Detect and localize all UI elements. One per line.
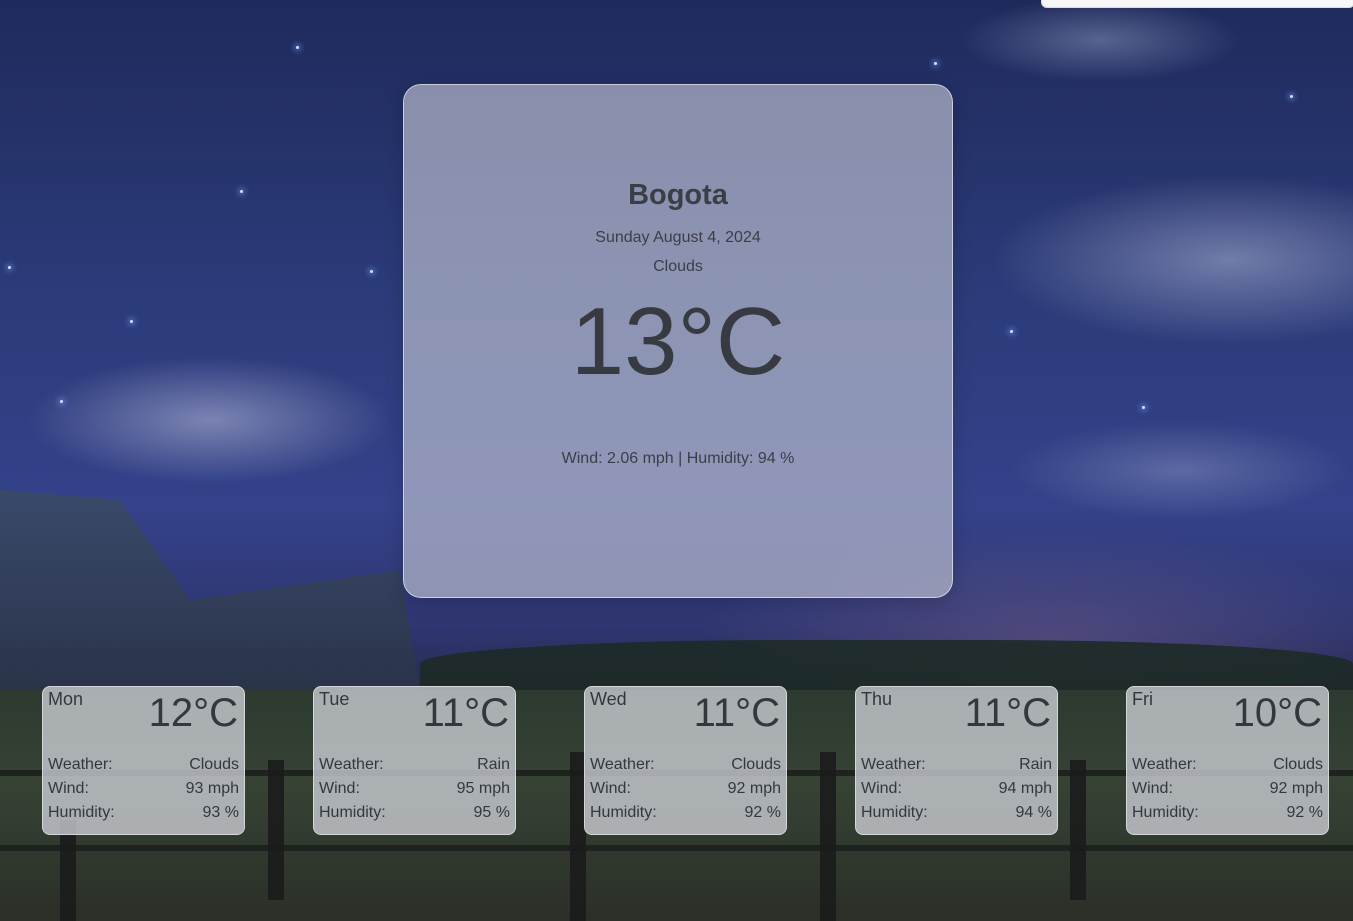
weather-label: Weather: <box>48 756 113 773</box>
star <box>370 270 373 273</box>
wind-label: Wind: <box>861 780 902 797</box>
forecast-temperature: 12°C <box>148 691 238 735</box>
forecast-day: Mon <box>48 689 84 709</box>
fence-post <box>1070 760 1086 900</box>
forecast-wind-row: Wind: 92 mph <box>590 780 781 798</box>
barn-silhouette <box>0 490 420 690</box>
search-input[interactable] <box>1041 0 1353 8</box>
forecast-weather-row: Weather: Rain <box>861 756 1052 774</box>
forecast-wind-row: Wind: 93 mph <box>48 780 239 798</box>
weather-value: Clouds <box>1273 756 1323 773</box>
star <box>934 62 937 65</box>
current-date: Sunday August 4, 2024 <box>595 229 761 246</box>
weather-value: Clouds <box>731 756 781 773</box>
forecast-temperature: 11°C <box>693 691 780 735</box>
humidity-label: Humidity: <box>1132 804 1199 821</box>
forecast-weather-row: Weather: Clouds <box>48 756 239 774</box>
weather-description: Clouds <box>653 258 703 275</box>
current-temperature: 13°C <box>570 288 786 395</box>
wind-value: 95 mph <box>456 780 510 797</box>
star <box>8 266 11 269</box>
star <box>60 400 63 403</box>
weather-value: Rain <box>477 756 510 773</box>
forecast-weather-row: Weather: Clouds <box>590 756 781 774</box>
star <box>1010 330 1013 333</box>
wind-value: 92 mph <box>1269 780 1323 797</box>
forecast-weather-row: Weather: Rain <box>319 756 510 774</box>
forecast-humidity-row: Humidity: 93 % <box>48 804 239 822</box>
humidity-value: 95 % <box>473 804 510 821</box>
forecast-humidity-row: Humidity: 92 % <box>590 804 781 822</box>
forecast-card-thu: Thu 11°C Weather: Rain Wind: 94 mph Humidi… <box>855 686 1058 835</box>
weather-value: Rain <box>1019 756 1052 773</box>
humidity-label: Humidity: <box>48 804 115 821</box>
wind-humidity-details: Wind: 2.06 mph | Humidity: 94 % <box>561 450 795 467</box>
forecast-day: Fri <box>1132 689 1153 709</box>
humidity-label: Humidity: <box>590 804 657 821</box>
fence-post <box>820 752 836 921</box>
humidity-value: 92 % <box>1286 804 1323 821</box>
wind-label: Wind: <box>1132 780 1173 797</box>
fence-post <box>60 820 76 921</box>
weather-label: Weather: <box>1132 756 1197 773</box>
current-weather-card: Bogota Sunday August 4, 2024 Clouds 13°C… <box>403 84 953 598</box>
humidity-value: 93 % <box>202 804 239 821</box>
humidity-value: 94 % <box>1015 804 1052 821</box>
weather-label: Weather: <box>861 756 926 773</box>
wind-label: Wind: <box>590 780 631 797</box>
forecast-temperature: 11°C <box>964 691 1051 735</box>
fence-rail <box>0 845 1353 851</box>
star <box>1142 406 1145 409</box>
forecast-card-fri: Fri 10°C Weather: Clouds Wind: 92 mph Humi… <box>1126 686 1329 835</box>
forecast-card-wed: Wed 11°C Weather: Clouds Wind: 92 mph Humi… <box>584 686 787 835</box>
forecast-humidity-row: Humidity: 94 % <box>861 804 1052 822</box>
wind-value: 92 mph <box>727 780 781 797</box>
star <box>1290 95 1293 98</box>
forecast-wind-row: Wind: 94 mph <box>861 780 1052 798</box>
humidity-label: Humidity: <box>319 804 386 821</box>
wind-label: Wind: <box>48 780 89 797</box>
forecast-day: Tue <box>319 689 350 709</box>
forecast-wind-row: Wind: 95 mph <box>319 780 510 798</box>
forecast-weather-row: Weather: Clouds <box>1132 756 1323 774</box>
weather-value: Clouds <box>189 756 239 773</box>
forecast-card-tue: Tue 11°C Weather: Rain Wind: 95 mph Humidi… <box>313 686 516 835</box>
wind-value: 93 mph <box>185 780 239 797</box>
forecast-humidity-row: Humidity: 95 % <box>319 804 510 822</box>
star <box>240 190 243 193</box>
weather-label: Weather: <box>590 756 655 773</box>
star <box>130 320 133 323</box>
city-name: Bogota <box>628 179 728 211</box>
forecast-temperature: 10°C <box>1232 691 1322 735</box>
forecast-day: Thu <box>861 689 893 709</box>
humidity-value: 92 % <box>744 804 781 821</box>
forecast-temperature: 11°C <box>422 691 509 735</box>
star <box>296 46 299 49</box>
forecast-day: Wed <box>590 689 627 709</box>
forecast-card-mon: Mon 12°C Weather: Clouds Wind: 93 mph Humi… <box>42 686 245 835</box>
forecast-wind-row: Wind: 92 mph <box>1132 780 1323 798</box>
fence-post <box>268 760 284 900</box>
wind-label: Wind: <box>319 780 360 797</box>
wind-value: 94 mph <box>998 780 1052 797</box>
forecast-humidity-row: Humidity: 92 % <box>1132 804 1323 822</box>
humidity-label: Humidity: <box>861 804 928 821</box>
weather-label: Weather: <box>319 756 384 773</box>
